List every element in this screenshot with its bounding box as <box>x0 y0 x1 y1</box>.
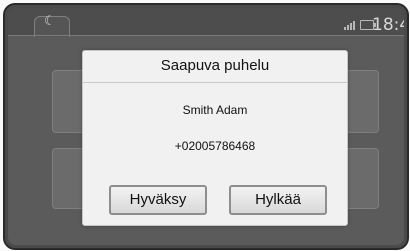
background-tile <box>52 70 85 133</box>
status-divider <box>8 35 404 36</box>
reject-call-button[interactable]: Hylkää <box>229 185 327 215</box>
clock: 18:49 <box>372 15 404 35</box>
caller-name: Smith Adam <box>182 103 248 117</box>
signal-bars-icon <box>344 20 358 30</box>
dialog-divider <box>83 82 347 83</box>
caller-number: +02005786468 <box>174 139 256 153</box>
accept-call-button[interactable]: Hyväksy <box>109 185 207 215</box>
moon-icon: ☾ <box>44 14 56 29</box>
device-bezel: ☾ 18:49 Saapuva puhelu Smith Adam +02005… <box>3 3 409 250</box>
background-tile <box>346 70 379 133</box>
incoming-call-dialog: Saapuva puhelu Smith Adam +02005786468 H… <box>82 50 348 226</box>
background-tile <box>52 148 85 209</box>
status-bar: ☾ 18:49 <box>8 8 404 37</box>
dialog-title: Saapuva puhelu <box>160 57 270 74</box>
background-tile <box>346 148 379 209</box>
screen: ☾ 18:49 Saapuva puhelu Smith Adam +02005… <box>8 8 404 245</box>
